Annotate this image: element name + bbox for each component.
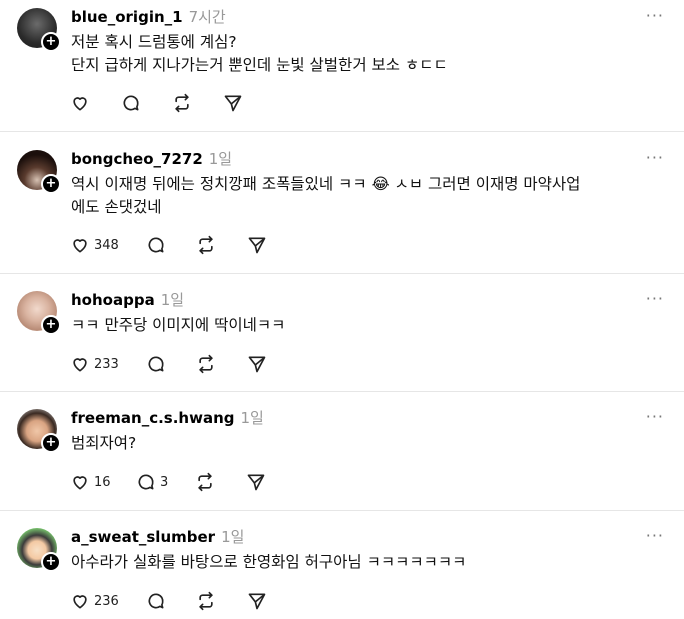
username[interactable]: blue_origin_1 — [71, 8, 183, 26]
more-options-icon[interactable]: ··· — [646, 148, 664, 167]
reply-count: 3 — [160, 474, 169, 490]
repost-button[interactable] — [196, 234, 216, 256]
share-button[interactable] — [223, 92, 243, 114]
send-icon — [247, 474, 265, 491]
timestamp: 1일 — [240, 409, 264, 427]
like-count: 16 — [94, 474, 111, 490]
username[interactable]: hohoappa — [71, 291, 155, 309]
like-button[interactable]: 16 — [70, 471, 111, 493]
timestamp: 7시간 — [188, 8, 226, 26]
avatar[interactable]: + — [17, 291, 61, 335]
repost-icon — [175, 93, 189, 113]
comment-icon — [148, 237, 164, 253]
reply-button[interactable] — [121, 92, 145, 114]
send-icon — [224, 95, 242, 112]
share-button[interactable] — [246, 471, 266, 493]
divider — [0, 131, 684, 132]
repost-button[interactable] — [195, 471, 215, 493]
comment-icon — [138, 474, 154, 490]
post-text: 저분 혹시 드럼통에 계심? 단지 급하게 지나가는거 뿐인데 눈빛 살벌한거 … — [71, 33, 448, 74]
username[interactable]: freeman_c.s.hwang — [71, 409, 235, 427]
like-count: 233 — [94, 356, 119, 372]
like-button[interactable]: 348 — [70, 234, 119, 256]
more-options-icon[interactable]: ··· — [646, 526, 664, 545]
avatar[interactable]: + — [17, 150, 61, 194]
follow-plus-icon[interactable]: + — [41, 552, 61, 572]
avatar[interactable]: + — [17, 8, 61, 52]
repost-icon — [199, 591, 213, 611]
username[interactable]: a_sweat_slumber — [71, 528, 215, 546]
more-options-icon[interactable]: ··· — [646, 407, 664, 426]
more-options-icon[interactable]: ··· — [646, 6, 664, 25]
heart-icon — [73, 358, 87, 372]
like-count: 348 — [94, 237, 119, 253]
reply-button[interactable] — [146, 353, 170, 375]
repost-icon — [199, 354, 213, 374]
like-count: 236 — [94, 593, 119, 609]
share-button[interactable] — [247, 590, 267, 612]
repost-icon — [198, 472, 212, 492]
divider — [0, 273, 684, 274]
comment-icon — [123, 95, 139, 111]
comment-icon — [148, 593, 164, 609]
reply-button[interactable] — [146, 590, 170, 612]
repost-button[interactable] — [196, 590, 216, 612]
divider — [0, 510, 684, 511]
post-text: ㅋㅋ 만주당 이미지에 딱이네ㅋㅋ — [71, 316, 286, 334]
post-text: 역시 이재명 뒤에는 정치깡패 조폭들있네 ㅋㅋ 😂 ㅅㅂ 그러면 이재명 마약… — [71, 175, 581, 216]
follow-plus-icon[interactable]: + — [41, 32, 61, 52]
like-button[interactable]: 236 — [70, 590, 119, 612]
timestamp: 1일 — [208, 150, 233, 168]
send-icon — [248, 237, 266, 254]
repost-icon — [199, 235, 213, 255]
timestamp: 1일 — [221, 528, 245, 546]
share-button[interactable] — [247, 353, 267, 375]
send-icon — [248, 593, 266, 610]
heart-icon — [73, 595, 87, 609]
post-text: 범죄자여? — [71, 434, 137, 452]
avatar[interactable]: + — [17, 409, 61, 453]
reply-button[interactable] — [146, 234, 170, 256]
more-options-icon[interactable]: ··· — [646, 289, 664, 308]
follow-plus-icon[interactable]: + — [41, 174, 61, 194]
follow-plus-icon[interactable]: + — [41, 433, 61, 453]
heart-icon — [73, 476, 87, 490]
follow-plus-icon[interactable]: + — [41, 315, 61, 335]
divider — [0, 391, 684, 392]
heart-icon — [73, 97, 87, 111]
like-button[interactable]: 233 — [70, 353, 119, 375]
timestamp: 1일 — [160, 291, 185, 309]
post-text: 아수라가 실화를 바탕으로 한영화임 허구아님 ㅋㅋㅋㅋㅋㅋㅋ — [71, 553, 467, 571]
share-button[interactable] — [247, 234, 267, 256]
repost-button[interactable] — [196, 353, 216, 375]
heart-icon — [73, 239, 87, 253]
comment-icon — [148, 356, 164, 372]
like-button[interactable] — [70, 92, 94, 114]
send-icon — [248, 356, 266, 373]
reply-button[interactable]: 3 — [136, 471, 168, 493]
username[interactable]: bongcheo_7272 — [71, 150, 203, 168]
repost-button[interactable] — [172, 92, 192, 114]
avatar[interactable]: + — [17, 528, 61, 572]
